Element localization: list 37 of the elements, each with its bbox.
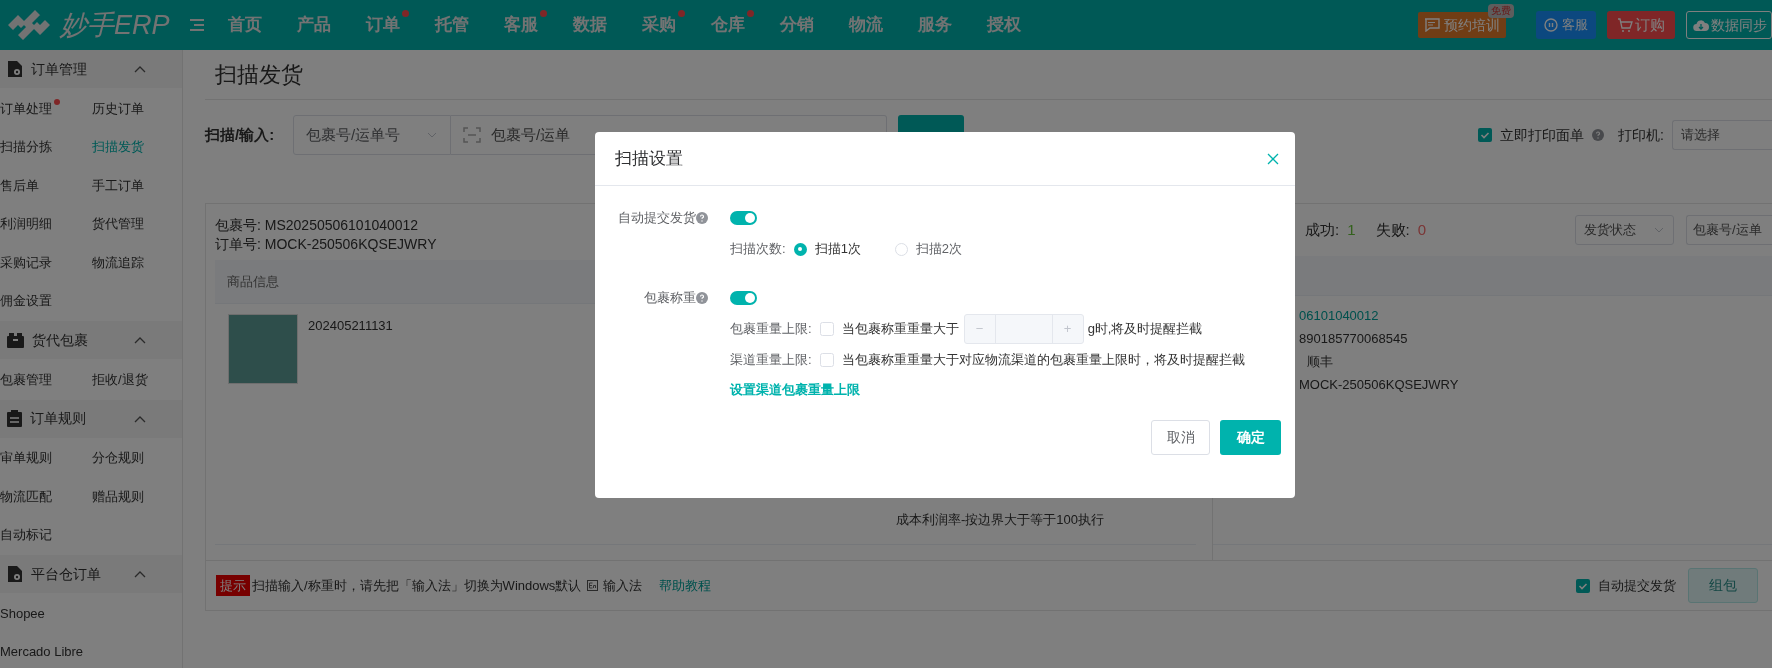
result-text: 890185770068545 (1299, 330, 1408, 348)
fail-label: 失败: (1375, 219, 1410, 240)
product-sku: 202405211131 (308, 317, 393, 334)
option-text: 当包裹称重重量大于 (841, 320, 959, 339)
fail-count: 0 (1417, 219, 1427, 240)
sidebar-group-title: 订单管理 (31, 59, 88, 79)
sidebar-group-title: 平台仓订单 (31, 564, 102, 584)
hint-tag: 提示 (216, 575, 250, 596)
option-text: 当包裹称重重量大于对应物流渠道的包裹重量上限时，将及时提醒拦截 (841, 351, 1245, 370)
field-label: 包裹称重 (644, 289, 696, 308)
field-label: 包裹重量上限: (730, 320, 812, 339)
radio-label: 扫描1次 (814, 240, 861, 259)
option-text: g时,将及时提醒拦截 (1087, 320, 1203, 339)
column-header: 商品信息 (227, 272, 279, 291)
sidebar-group-title: 订单规则 (30, 409, 87, 428)
package-number: 包裹号: MS20250506101040012 (215, 216, 419, 235)
scan-label: 扫描/输入: (205, 124, 276, 145)
dialog-title: 扫描设置 (615, 147, 683, 170)
result-text: MOCK-250506KQSEJWRY (1299, 376, 1459, 394)
checkbox-label: 自动提交发货 (1598, 576, 1676, 595)
page-title: 扫描发货 (214, 61, 303, 89)
free-badge: 免费 (1488, 4, 1514, 18)
field-label: 扫描次数: (730, 240, 786, 259)
field-label: 渠道重量上限: (730, 351, 812, 370)
profit-rule-note: 成本利润率-按边界大于等于100执行 (896, 510, 1106, 529)
sidebar-group-title: 货代包裹 (32, 330, 89, 350)
printer-label: 打印机: (1618, 125, 1664, 145)
logo-text: 妙手ERP (60, 8, 170, 42)
order-number: 订单号: MOCK-250506KQSEJWRY (215, 235, 437, 254)
ime-label: 输入法 (603, 576, 643, 595)
hint-text: 扫描输入/称重时，请先把「输入法」切换为Windows默认 (252, 576, 582, 595)
checkbox-label: 立即打印面单 (1500, 125, 1585, 145)
success-label: 成功: (1305, 219, 1340, 240)
result-text: 顺丰 (1306, 353, 1333, 371)
field-label: 自动提交发货 (618, 209, 696, 228)
radio-label: 扫描2次 (915, 240, 963, 259)
success-count: 1 (1347, 219, 1356, 240)
